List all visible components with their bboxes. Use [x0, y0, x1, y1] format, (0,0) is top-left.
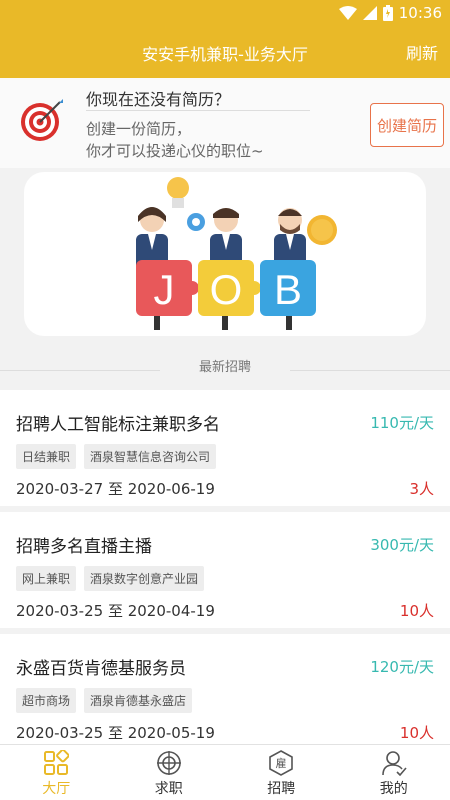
app-bar: 安安手机兼职-业务大厅 刷新: [0, 26, 450, 78]
status-icons: 10:36: [338, 4, 442, 22]
section-title: 最新招聘: [198, 360, 251, 375]
banner-letter-j: J: [154, 266, 175, 313]
nav-label: 招聘: [267, 781, 296, 797]
job-headcount: 10人: [399, 724, 434, 742]
section-header: 最新招聘: [0, 346, 450, 382]
job-card[interactable]: 招聘多名直播主播 300元/天 网上兼职 酒泉数字创意产业园 2020-03-2…: [0, 512, 450, 628]
job-card[interactable]: 永盛百货肯德基服务员 120元/天 超市商场 酒泉肯德基永盛店 2020-03-…: [0, 634, 450, 750]
job-tag: 酒泉数字创意产业园: [84, 566, 205, 591]
status-bar: 10:36: [0, 0, 450, 26]
job-headcount: 10人: [399, 602, 434, 620]
resume-desc-line1: 创建一份简历，: [86, 120, 192, 138]
nav-label: 大厅: [42, 781, 71, 797]
target-circle-icon: [156, 751, 181, 775]
nav-label: 我的: [379, 781, 408, 797]
job-tag: 网上兼职: [16, 566, 77, 591]
banner-letter-o: O: [210, 266, 243, 313]
job-banner[interactable]: J O B: [24, 172, 426, 336]
resume-prompt-card: 你现在还没有简历？ 创建一份简历， 你才可以投递心仪的职位~ 创建简历: [0, 78, 450, 168]
job-tag: 酒泉肯德基永盛店: [84, 688, 193, 713]
job-tag: 日结兼职: [16, 444, 77, 469]
page-title: 安安手机兼职-业务大厅: [142, 45, 308, 64]
job-tag: 酒泉智慧信息咨询公司: [84, 444, 217, 469]
job-salary: 110元/天: [370, 414, 434, 432]
create-resume-button[interactable]: 创建简历: [370, 103, 444, 147]
job-title: 招聘人工智能标注兼职多名: [16, 415, 220, 435]
job-list: 招聘人工智能标注兼职多名 110元/天 日结兼职 酒泉智慧信息咨询公司 2020…: [0, 390, 450, 756]
job-headcount: 3人: [409, 480, 434, 498]
banner-letter-b: B: [274, 266, 302, 313]
target-icon: [21, 99, 63, 141]
status-time: 10:36: [398, 4, 442, 22]
nav-item-recruit[interactable]: 雇 招聘: [225, 745, 338, 800]
job-title: 招聘多名直播主播: [16, 537, 152, 557]
nav-item-job-seek[interactable]: 求职: [113, 745, 226, 800]
refresh-button[interactable]: 刷新: [406, 40, 438, 64]
nav-item-hall[interactable]: 大厅: [0, 745, 113, 800]
job-salary: 120元/天: [370, 658, 434, 676]
divider: [86, 110, 310, 111]
divider: [290, 370, 450, 371]
job-dates: 2020-03-27 至 2020-06-19: [16, 480, 215, 498]
resume-question: 你现在还没有简历？: [86, 90, 231, 109]
nav-label: 求职: [154, 781, 183, 797]
resume-desc-line2: 你才可以投递心仪的职位~: [86, 142, 264, 160]
hall-grid-icon: [44, 750, 70, 775]
job-title: 永盛百货肯德基服务员: [16, 659, 186, 679]
wifi-icon: [338, 6, 357, 20]
signal-icon: [362, 6, 377, 20]
svg-text:雇: 雇: [276, 756, 287, 770]
job-card[interactable]: 招聘人工智能标注兼职多名 110元/天 日结兼职 酒泉智慧信息咨询公司 2020…: [0, 390, 450, 506]
job-salary: 300元/天: [370, 536, 434, 554]
nav-item-mine[interactable]: 我的: [338, 745, 450, 800]
bottom-nav: 大厅 求职 雇 招聘 我的: [0, 744, 450, 800]
job-illustration: J O B: [136, 177, 337, 330]
job-dates: 2020-03-25 至 2020-05-19: [16, 724, 215, 742]
job-tag: 超市商场: [16, 688, 77, 713]
job-dates: 2020-03-25 至 2020-04-19: [16, 602, 215, 620]
hire-badge-icon: 雇: [269, 750, 294, 776]
banner-area: J O B: [0, 168, 450, 340]
battery-icon: [382, 5, 393, 21]
user-check-icon: [381, 751, 407, 776]
